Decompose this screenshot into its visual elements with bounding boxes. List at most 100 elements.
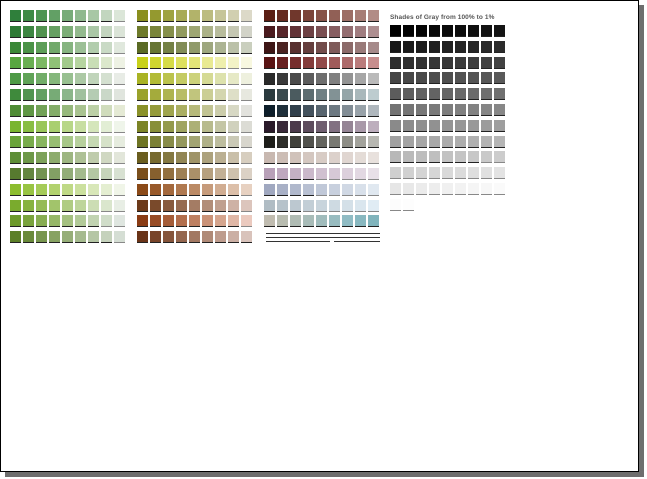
color-swatch (10, 26, 21, 38)
color-swatch (150, 231, 161, 243)
color-swatch (215, 200, 226, 212)
color-swatch (88, 200, 99, 212)
color-swatch (316, 89, 327, 101)
color-swatch (241, 152, 252, 164)
color-swatch (23, 231, 34, 243)
color-swatch (429, 183, 440, 195)
color-swatch (150, 73, 161, 85)
color-swatch (241, 105, 252, 117)
color-swatch (101, 136, 112, 148)
color-swatch (368, 10, 379, 22)
color-swatch (303, 89, 314, 101)
color-swatch (303, 42, 314, 54)
color-swatch (442, 57, 453, 69)
color-swatch (277, 168, 288, 180)
color-swatch (62, 57, 73, 69)
color-swatch (329, 215, 340, 227)
color-swatch (150, 26, 161, 38)
color-swatch (215, 26, 226, 38)
color-swatch (368, 136, 379, 148)
color-swatch (468, 104, 479, 116)
color-swatch (62, 89, 73, 101)
color-swatch (303, 121, 314, 133)
color-swatch (137, 152, 148, 164)
color-swatch (228, 57, 239, 69)
color-swatch (137, 42, 148, 54)
color-swatch (416, 167, 427, 179)
color-swatch (10, 105, 21, 117)
color-swatch (49, 215, 60, 227)
color-swatch (49, 26, 60, 38)
color-swatch (163, 10, 174, 22)
color-swatch (49, 10, 60, 22)
color-swatch (176, 89, 187, 101)
color-swatch (189, 215, 200, 227)
color-swatch (303, 57, 314, 69)
color-swatch (368, 215, 379, 227)
color-swatch (494, 41, 505, 53)
color-swatch (342, 136, 353, 148)
color-swatch (114, 215, 125, 227)
color-swatch (176, 42, 187, 54)
color-swatch (416, 88, 427, 100)
color-swatch (150, 215, 161, 227)
color-swatch (137, 136, 148, 148)
color-swatch (403, 167, 414, 179)
color-swatch (342, 121, 353, 133)
color-swatch (150, 10, 161, 22)
color-swatch (62, 73, 73, 85)
color-swatch (442, 120, 453, 132)
color-swatch (189, 152, 200, 164)
color-swatch (114, 168, 125, 180)
color-swatch (202, 105, 213, 117)
color-swatch (23, 184, 34, 196)
color-swatch (101, 26, 112, 38)
color-swatch (355, 57, 366, 69)
color-swatch (10, 184, 21, 196)
color-swatch (455, 151, 466, 163)
color-swatch (390, 41, 401, 53)
color-swatch (163, 89, 174, 101)
color-swatch (316, 136, 327, 148)
color-swatch (137, 10, 148, 22)
color-swatch (75, 42, 86, 54)
color-swatch (303, 200, 314, 212)
color-swatch (75, 200, 86, 212)
color-swatch (264, 10, 275, 22)
color-swatch (150, 42, 161, 54)
color-swatch (342, 89, 353, 101)
color-swatch (241, 184, 252, 196)
color-swatch (342, 200, 353, 212)
color-swatch (241, 136, 252, 148)
color-swatch (355, 89, 366, 101)
color-swatch (75, 105, 86, 117)
color-swatch (264, 152, 275, 164)
color-swatch (228, 168, 239, 180)
color-swatch (23, 57, 34, 69)
color-swatch (368, 89, 379, 101)
color-swatch (150, 89, 161, 101)
color-swatch (23, 26, 34, 38)
color-swatch (228, 215, 239, 227)
color-swatch (137, 168, 148, 180)
color-swatch (176, 57, 187, 69)
color-swatch (228, 10, 239, 22)
color-swatch (329, 73, 340, 85)
color-swatch (10, 231, 21, 243)
color-swatch (329, 26, 340, 38)
color-swatch (49, 136, 60, 148)
color-swatch (101, 200, 112, 212)
color-swatch (228, 89, 239, 101)
color-swatch (163, 26, 174, 38)
color-swatch (316, 26, 327, 38)
color-swatch (202, 10, 213, 22)
color-swatch (36, 215, 47, 227)
color-swatch (189, 10, 200, 22)
color-swatch (10, 152, 21, 164)
color-swatch (114, 184, 125, 196)
color-swatch (189, 105, 200, 117)
color-swatch (316, 10, 327, 22)
color-swatch (101, 215, 112, 227)
color-swatch (114, 105, 125, 117)
color-swatch (23, 200, 34, 212)
